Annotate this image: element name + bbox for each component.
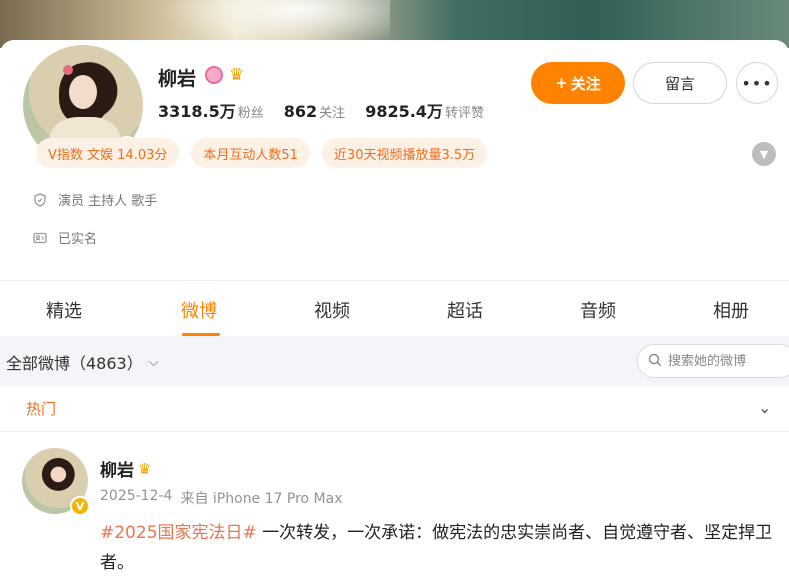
hot-label: 热门 — [26, 400, 57, 418]
profile-stats: 3318.5万 粉丝 862 关注 9825.4万 转评赞 — [158, 98, 484, 122]
verified-row: 已实名 — [32, 228, 97, 247]
tab-audio[interactable]: 音频 — [580, 297, 616, 323]
profile-page: V 柳岩 ♛ 3318.5万粉丝 862关注 9825.4万转评赞 + 关注 留… — [0, 0, 789, 580]
tab-featured[interactable]: 精选 — [46, 297, 82, 323]
chevron-down-icon[interactable]: ⌄ — [758, 398, 771, 417]
hot-section-header: 热门 ⌄ — [0, 386, 789, 432]
all-weibo-label: 全部微博（4863） — [6, 354, 143, 373]
follow-button-label: 关注 — [570, 74, 601, 93]
search-box[interactable] — [637, 344, 789, 378]
crown-icon[interactable]: ♛ — [229, 65, 244, 85]
message-button[interactable]: 留言 — [633, 62, 727, 104]
occupation-text: 演员 主持人 歌手 — [58, 194, 158, 209]
tab-weibo[interactable]: 微博 — [181, 297, 217, 323]
profile-tabs: 精选 微博 视频 超话 音频 相册 — [0, 280, 789, 336]
post-author: 柳岩 ♛ — [100, 456, 152, 482]
all-weibo-dropdown[interactable]: 全部微博（4863） ⌵ — [6, 350, 159, 374]
tab-supertopic[interactable]: 超话 — [447, 297, 483, 323]
post-card: V 柳岩 ♛ 2025-12-4 来自 iPhone 17 Pro Max #2… — [0, 432, 789, 580]
stat-followers[interactable]: 3318.5万 粉丝 — [158, 98, 264, 122]
profile-name: 柳岩 — [158, 68, 197, 90]
post-author-name[interactable]: 柳岩 — [100, 456, 134, 481]
search-icon — [648, 352, 662, 371]
tab-video[interactable]: 视频 — [314, 297, 350, 323]
shield-icon — [32, 192, 48, 208]
post-text: #2025国家宪法日# 一次转发，一次承诺：做宪法的忠实崇尚者、自觉遵守者、坚定… — [100, 518, 780, 578]
more-dots-icon[interactable]: ••• — [736, 62, 778, 104]
post-hashtag[interactable]: #2025国家宪法日# — [100, 523, 257, 543]
profile-card: V 柳岩 ♛ 3318.5万粉丝 862关注 9825.4万转评赞 + 关注 留… — [0, 40, 789, 280]
chip-monthly-interaction[interactable]: 本月互动人数51 — [191, 138, 310, 168]
stat-chips: V指数 文娱 14.03分 本月互动人数51 近30天视频播放量3.5万 — [36, 138, 488, 168]
occupation-row: 演员 主持人 歌手 — [32, 190, 157, 209]
verified-badge-icon: V — [70, 496, 90, 516]
search-input[interactable] — [668, 353, 778, 369]
post-source: 来自 iPhone 17 Pro Max — [180, 491, 343, 507]
stat-following[interactable]: 862 关注 — [284, 102, 345, 121]
post-meta: 2025-12-4 来自 iPhone 17 Pro Max — [100, 488, 343, 508]
verified-text: 已实名 — [58, 232, 98, 247]
filter-bar: 全部微博（4863） ⌵ — [0, 336, 789, 386]
id-card-icon — [32, 230, 48, 246]
stat-interactions[interactable]: 9825.4万 转评赞 — [365, 98, 484, 122]
plus-icon: + — [555, 74, 568, 92]
post-date[interactable]: 2025-12-4 — [100, 488, 172, 508]
tab-album[interactable]: 相册 — [713, 297, 749, 323]
chip-video-plays[interactable]: 近30天视频播放量3.5万 — [321, 138, 488, 168]
chevron-down-icon: ⌵ — [148, 354, 159, 370]
follow-button[interactable]: + 关注 — [531, 62, 625, 104]
chevron-down-icon[interactable]: ▼ — [752, 142, 776, 166]
fan-badge-icon[interactable] — [205, 66, 223, 84]
post-avatar[interactable]: V — [22, 448, 90, 516]
crown-icon: ♛ — [138, 459, 152, 478]
chip-v-index[interactable]: V指数 文娱 14.03分 — [36, 138, 180, 168]
